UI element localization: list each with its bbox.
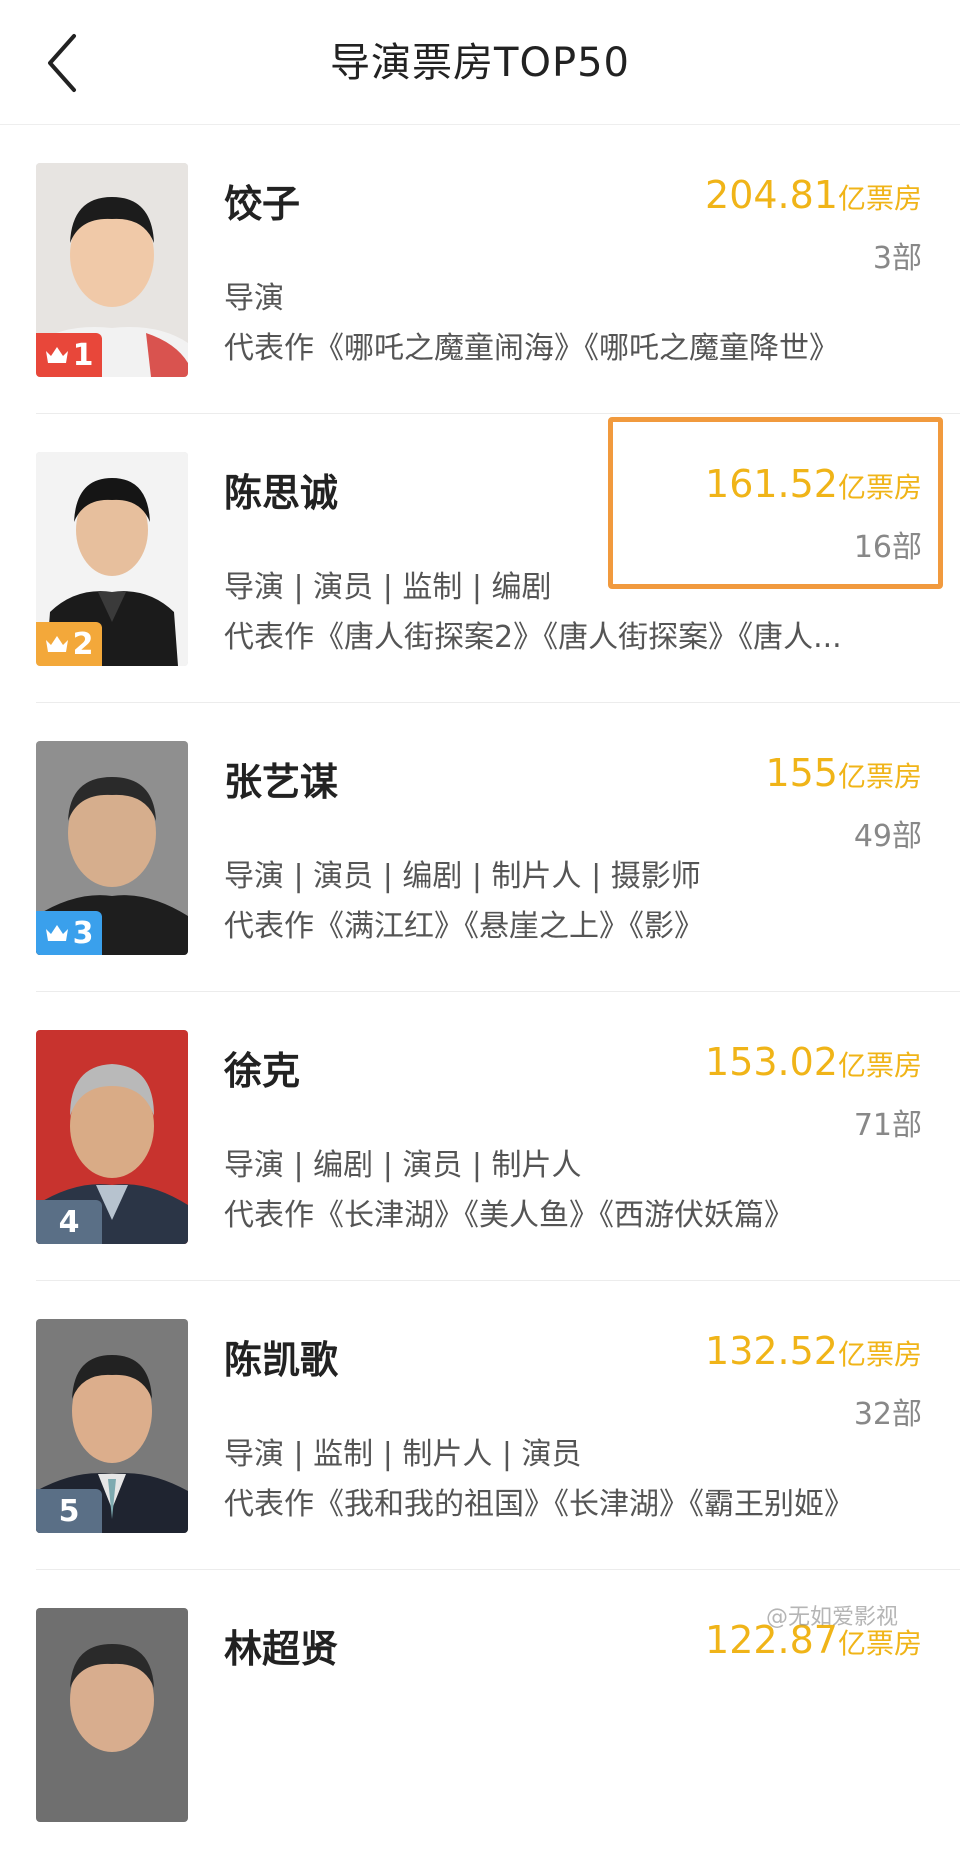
box-office-unit: 亿票房 (837, 1049, 922, 1082)
box-office-unit: 亿票房 (837, 471, 922, 504)
avatar: 4 (36, 1030, 188, 1244)
director-name: 饺子 (224, 182, 301, 226)
box-office: 161.52亿票房 (705, 462, 922, 506)
rank-number: 1 (72, 337, 94, 373)
rank-number: 5 (58, 1493, 80, 1529)
box-office: 153.02亿票房 (705, 1040, 922, 1084)
film-count: 32部 (853, 1397, 922, 1432)
box-office-unit: 亿票房 (837, 1627, 922, 1660)
director-row[interactable]: 5 陈凯歌 132.52亿票房 32部 导演 | 监制 | 制片人 | 演员 代… (36, 1281, 960, 1570)
box-office: 155亿票房 (765, 751, 922, 795)
rank-badge: 3 (36, 911, 102, 955)
director-roles: 导演 (224, 281, 284, 316)
box-office-unit: 亿票房 (837, 1338, 922, 1371)
box-office: 204.81亿票房 (705, 173, 922, 217)
director-roles: 导演 | 编剧 | 演员 | 制片人 (224, 1148, 582, 1183)
watermark: @无如爱影视 (765, 1605, 898, 1630)
director-name: 林超贤 (224, 1627, 339, 1671)
director-row[interactable]: 4 徐克 153.02亿票房 71部 导演 | 编剧 | 演员 | 制片人 代表… (36, 992, 960, 1281)
representative-works: 代表作《哪吒之魔童闹海》《哪吒之魔童降世》 (224, 331, 839, 366)
box-office-value: 132.52 (705, 1329, 838, 1373)
film-count: 71部 (853, 1108, 922, 1143)
director-row[interactable]: 2 陈思诚 161.52亿票房 16部 导演 | 演员 | 监制 | 编剧 代表… (36, 414, 960, 703)
director-roles: 导演 | 演员 | 监制 | 编剧 (224, 570, 552, 605)
page-title: 导演票房TOP50 (330, 40, 630, 86)
director-roles: 导演 | 演员 | 编剧 | 制片人 | 摄影师 (224, 859, 701, 894)
crown-icon (45, 925, 68, 941)
box-office: 132.52亿票房 (705, 1329, 922, 1373)
avatar (36, 1608, 188, 1822)
director-row[interactable]: 3 张艺谋 155亿票房 49部 导演 | 演员 | 编剧 | 制片人 | 摄影… (36, 703, 960, 992)
box-office-unit: 亿票房 (837, 760, 922, 793)
representative-works: 代表作《长津湖》《美人鱼》《西游伏妖篇》 (224, 1198, 794, 1233)
director-name: 陈凯歌 (224, 1338, 339, 1382)
rank-badge: 2 (36, 622, 102, 666)
avatar: 3 (36, 741, 188, 955)
rank-badge: 4 (36, 1200, 102, 1244)
representative-works: 代表作《我和我的祖国》《长津湖》《霸王别姬》 (224, 1487, 854, 1522)
box-office-value: 161.52 (705, 462, 838, 506)
crown-icon (45, 636, 68, 652)
box-office-value: 153.02 (705, 1040, 838, 1084)
representative-works: 代表作《唐人街探案2》《唐人街探案》《唐人... (224, 620, 842, 655)
box-office-value: 204.81 (705, 173, 838, 217)
representative-works: 代表作《满江红》《悬崖之上》《影》 (224, 909, 704, 944)
box-office-unit: 亿票房 (837, 182, 922, 215)
director-row[interactable]: 1 饺子 204.81亿票房 3部 导演 代表作《哪吒之魔童闹海》《哪吒之魔童降… (36, 125, 960, 414)
rank-badge: 5 (36, 1489, 102, 1533)
avatar: 5 (36, 1319, 188, 1533)
film-count: 49部 (853, 819, 922, 854)
rank-badge: 1 (36, 333, 102, 377)
avatar: 2 (36, 452, 188, 666)
director-name: 陈思诚 (224, 471, 339, 515)
director-roles: 导演 | 监制 | 制片人 | 演员 (224, 1437, 582, 1472)
rank-number: 4 (58, 1204, 80, 1240)
film-count: 16部 (853, 530, 922, 565)
app-header: 导演票房TOP50 (0, 0, 960, 125)
director-name: 徐克 (224, 1049, 301, 1093)
rank-number: 3 (72, 915, 94, 951)
box-office-value: 155 (765, 751, 838, 795)
film-count: 3部 (872, 241, 922, 276)
avatar: 1 (36, 163, 188, 377)
director-name: 张艺谋 (224, 760, 339, 804)
rank-number: 2 (72, 626, 94, 662)
crown-icon (45, 347, 68, 363)
